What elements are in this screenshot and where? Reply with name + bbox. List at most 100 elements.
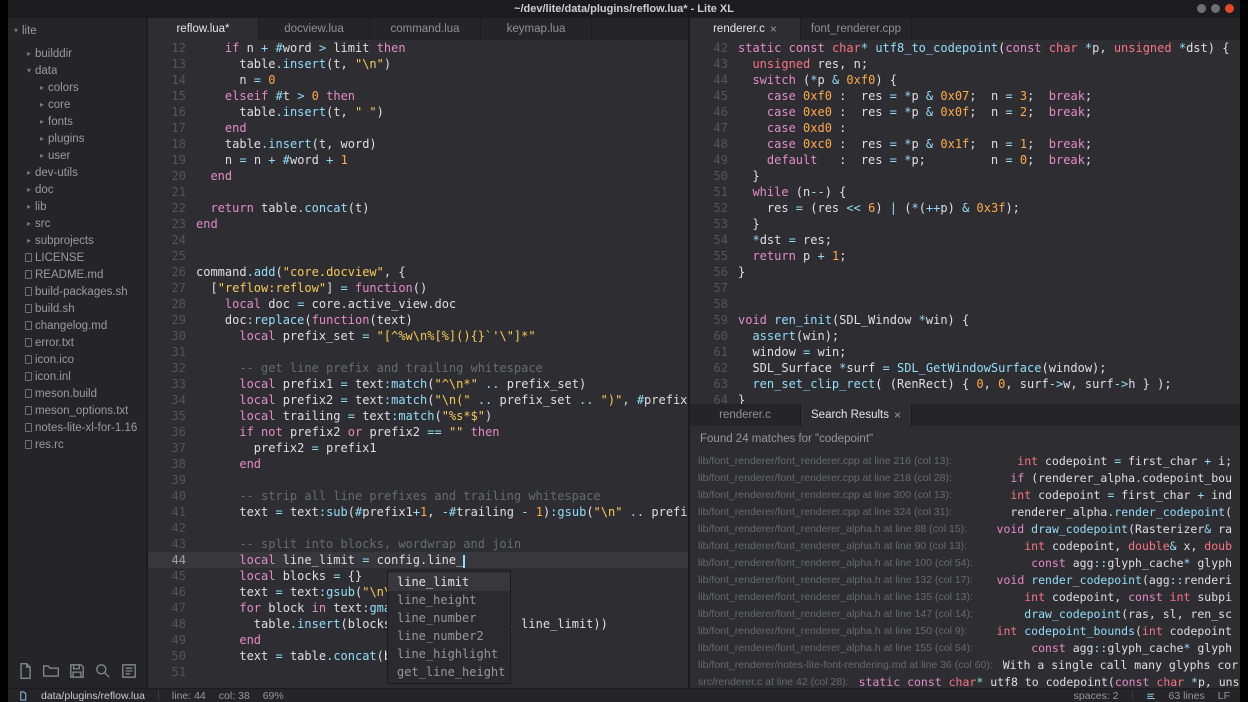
tab-renderer-c[interactable]: renderer.c × bbox=[690, 18, 801, 40]
tab-command-lua[interactable]: command.lua bbox=[370, 18, 481, 40]
code-line-13[interactable]: 13 table.insert(t, "\n") bbox=[148, 56, 688, 72]
tree-item-meson-build[interactable]: meson.build bbox=[8, 385, 146, 402]
search-result-row[interactable]: lib/font_renderer/font_renderer_alpha.h … bbox=[690, 571, 1240, 588]
tree-item-core[interactable]: ▸ core bbox=[8, 96, 146, 113]
autocomplete-item-line-height[interactable]: line_height bbox=[388, 591, 510, 609]
tree-item-fonts[interactable]: ▸ fonts bbox=[8, 113, 146, 130]
tree-item-license[interactable]: LICENSE bbox=[8, 249, 146, 266]
code-line-38[interactable]: 38 end bbox=[148, 456, 688, 472]
code-line-43[interactable]: 43 -- split into blocks, wordwrap and jo… bbox=[148, 536, 688, 552]
code-line-58[interactable]: 58 bbox=[690, 296, 1240, 312]
open-folder-icon[interactable] bbox=[42, 662, 60, 680]
code-line-23[interactable]: 23 end bbox=[148, 216, 688, 232]
code-line-56[interactable]: 56} bbox=[690, 264, 1240, 280]
code-line-57[interactable]: 57 bbox=[690, 280, 1240, 296]
status-percent[interactable]: 69% bbox=[263, 690, 284, 702]
search-result-row[interactable]: lib/font_renderer/font_renderer_alpha.h … bbox=[690, 537, 1240, 554]
close-button[interactable] bbox=[1225, 4, 1234, 13]
code-line-51[interactable]: 51 while (n--) { bbox=[690, 184, 1240, 200]
code-line-40[interactable]: 40 -- strip all line prefixes and traili… bbox=[148, 488, 688, 504]
code-line-24[interactable]: 24 bbox=[148, 232, 688, 248]
new-file-icon[interactable] bbox=[16, 662, 34, 680]
code-line-29[interactable]: 29 doc:replace(function(text) bbox=[148, 312, 688, 328]
autocomplete-item-line-number[interactable]: line_number bbox=[388, 609, 510, 627]
search-result-row[interactable]: lib/font_renderer/font_renderer_alpha.h … bbox=[690, 605, 1240, 622]
tree-item-icon-ico[interactable]: icon.ico bbox=[8, 351, 146, 368]
tab-close-icon[interactable]: × bbox=[894, 409, 901, 421]
right-editor-code[interactable]: 42 static const char* utf8_to_codepoint(c… bbox=[690, 40, 1240, 404]
autocomplete-item-line-number2[interactable]: line_number2 bbox=[388, 627, 510, 645]
status-col[interactable]: col: 38 bbox=[219, 690, 250, 702]
code-line-42[interactable]: 42 static const char* utf8_to_codepoint(c… bbox=[690, 40, 1240, 56]
search-result-row[interactable]: lib/font_renderer/font_renderer_alpha.h … bbox=[690, 639, 1240, 656]
tab-keymap-lua[interactable]: keymap.lua bbox=[481, 18, 592, 40]
code-line-34[interactable]: 34 local prefix2 = text:match("\n(" .. p… bbox=[148, 392, 688, 408]
code-line-15[interactable]: 15 elseif #t > 0 then bbox=[148, 88, 688, 104]
tree-item-res-rc[interactable]: res.rc bbox=[8, 436, 146, 453]
code-line-33[interactable]: 33 local prefix1 = text:match("^\n*" .. … bbox=[148, 376, 688, 392]
code-line-16[interactable]: 16 table.insert(t, " ") bbox=[148, 104, 688, 120]
tree-item-builddir[interactable]: ▸ builddir bbox=[8, 45, 146, 62]
code-line-44[interactable]: 44 switch (*p & 0xf0) { bbox=[690, 72, 1240, 88]
code-line-43[interactable]: 43 unsigned res, n; bbox=[690, 56, 1240, 72]
search-result-row[interactable]: lib/font_renderer/font_renderer_alpha.h … bbox=[690, 622, 1240, 639]
code-line-21[interactable]: 21 bbox=[148, 184, 688, 200]
code-line-45[interactable]: 45 case 0xf0 : res = *p & 0x07; n = 3; b… bbox=[690, 88, 1240, 104]
tree-item-subprojects[interactable]: ▸ subprojects bbox=[8, 232, 146, 249]
tree-item-lib[interactable]: ▸ lib bbox=[8, 198, 146, 215]
code-line-22[interactable]: 22 return table.concat(t) bbox=[148, 200, 688, 216]
search-result-row[interactable]: lib/font_renderer/font_renderer_alpha.h … bbox=[690, 588, 1240, 605]
tree-item-meson-options-txt[interactable]: meson_options.txt bbox=[8, 402, 146, 419]
code-line-31[interactable]: 31 bbox=[148, 344, 688, 360]
tree-item-readme-md[interactable]: README.md bbox=[8, 266, 146, 283]
code-line-20[interactable]: 20 end bbox=[148, 168, 688, 184]
search-result-row[interactable]: lib/font_renderer/font_renderer.cpp at l… bbox=[690, 452, 1240, 469]
tree-item-notes-lite-xl-for-1-16[interactable]: notes-lite-xl-for-1.16 bbox=[8, 419, 146, 436]
code-line-18[interactable]: 18 table.insert(t, word) bbox=[148, 136, 688, 152]
code-line-30[interactable]: 30 local prefix_set = "[^%w\n%[%](){}`'\… bbox=[148, 328, 688, 344]
code-line-28[interactable]: 28 local doc = core.active_view.doc bbox=[148, 296, 688, 312]
tab-font-renderer-cpp[interactable]: font_renderer.cpp bbox=[801, 18, 912, 40]
tab-renderer-c[interactable]: renderer.c bbox=[690, 404, 801, 426]
code-line-48[interactable]: 48 case 0xc0 : res = *p & 0x1f; n = 1; b… bbox=[690, 136, 1240, 152]
tree-item-doc[interactable]: ▸ doc bbox=[8, 181, 146, 198]
tree-item-user[interactable]: ▸ user bbox=[8, 147, 146, 164]
status-spaces[interactable]: spaces: 2 bbox=[1074, 690, 1119, 702]
code-line-41[interactable]: 41 text = text:sub(#prefix1+1, -#trailin… bbox=[148, 504, 688, 520]
code-line-52[interactable]: 52 res = (res << 6) | (*(++p) & 0x3f); bbox=[690, 200, 1240, 216]
tree-item-src[interactable]: ▸ src bbox=[8, 215, 146, 232]
code-line-47[interactable]: 47 case 0xd0 : bbox=[690, 120, 1240, 136]
code-line-49[interactable]: 49 default : res = *p; n = 0; break; bbox=[690, 152, 1240, 168]
code-line-55[interactable]: 55 return p + 1; bbox=[690, 248, 1240, 264]
search-result-row[interactable]: lib/font_renderer/font_renderer_alpha.h … bbox=[690, 520, 1240, 537]
code-line-42[interactable]: 42 bbox=[148, 520, 688, 536]
status-line-ending[interactable]: LF bbox=[1218, 690, 1230, 702]
book-icon[interactable] bbox=[120, 662, 138, 680]
code-line-61[interactable]: 61 window = win; bbox=[690, 344, 1240, 360]
code-line-62[interactable]: 62 SDL_Surface *surf = SDL_GetWindowSurf… bbox=[690, 360, 1240, 376]
tree-item-changelog-md[interactable]: changelog.md bbox=[8, 317, 146, 334]
code-line-27[interactable]: 27 ["reflow:reflow"] = function() bbox=[148, 280, 688, 296]
search-icon[interactable] bbox=[94, 662, 112, 680]
code-line-17[interactable]: 17 end bbox=[148, 120, 688, 136]
search-result-row[interactable]: lib/font_renderer/notes-lite-font-render… bbox=[690, 656, 1240, 673]
code-line-36[interactable]: 36 if not prefix2 or prefix2 == "" then bbox=[148, 424, 688, 440]
code-line-64[interactable]: 64} bbox=[690, 392, 1240, 404]
code-line-25[interactable]: 25 bbox=[148, 248, 688, 264]
tab-docview-lua[interactable]: docview.lua bbox=[259, 18, 370, 40]
tree-item-colors[interactable]: ▸ colors bbox=[8, 79, 146, 96]
code-line-44[interactable]: 44 local line_limit = config.line_ bbox=[148, 552, 688, 568]
tree-item-icon-inl[interactable]: icon.inl bbox=[8, 368, 146, 385]
code-line-53[interactable]: 53 } bbox=[690, 216, 1240, 232]
code-line-50[interactable]: 50 } bbox=[690, 168, 1240, 184]
code-line-35[interactable]: 35 local trailing = text:match("%s*$") bbox=[148, 408, 688, 424]
tree-item-build-sh[interactable]: build.sh bbox=[8, 300, 146, 317]
autocomplete-item-line-highlight[interactable]: line_highlight bbox=[388, 645, 510, 663]
code-line-60[interactable]: 60 assert(win); bbox=[690, 328, 1240, 344]
code-line-14[interactable]: 14 n = 0 bbox=[148, 72, 688, 88]
tab-reflow-lua[interactable]: reflow.lua* bbox=[148, 18, 259, 40]
code-line-19[interactable]: 19 n = n + #word + 1 bbox=[148, 152, 688, 168]
code-line-39[interactable]: 39 bbox=[148, 472, 688, 488]
tree-item-plugins[interactable]: ▸ plugins bbox=[8, 130, 146, 147]
search-result-row[interactable]: lib/font_renderer/font_renderer.cpp at l… bbox=[690, 469, 1240, 486]
